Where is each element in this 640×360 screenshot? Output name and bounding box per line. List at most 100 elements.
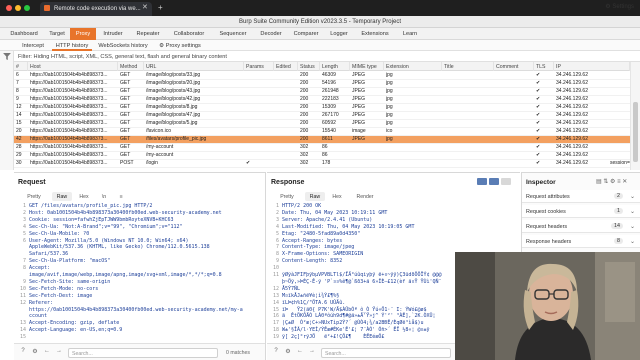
settings-small-icon[interactable]: ⚙: [283, 348, 293, 358]
request-editor[interactable]: 1 GET /files/avatars/profile_pic.jpg HTTP…: [14, 202, 265, 344]
request-tab-opt4[interactable]: ≡: [114, 192, 128, 201]
table-row[interactable]: 28 https://0ab1001504b4b4b898373... GET/my…: [14, 144, 630, 152]
inspector-section-request-cookies[interactable]: Request cookies 1 ⌄: [522, 205, 640, 218]
back-icon[interactable]: ←: [42, 348, 52, 358]
request-tab-pretty[interactable]: Pretty: [18, 192, 50, 201]
inspector-toolbar-icons[interactable]: ▤ ⇅ ⚙ ≡ ✕: [596, 178, 627, 185]
close-tab-icon[interactable]: ✕: [142, 3, 148, 11]
back-icon[interactable]: ←: [295, 348, 305, 358]
settings-small-icon[interactable]: ⚙: [30, 348, 40, 358]
response-tab-hex[interactable]: Hex: [327, 192, 347, 201]
column-header-status[interactable]: Status: [298, 62, 320, 71]
tab-proxy[interactable]: Proxy: [70, 28, 96, 40]
inspector-section-request-headers[interactable]: Request headers 14 ⌄: [522, 220, 640, 233]
table-cell: GET: [120, 144, 131, 150]
presenter-webcam: [455, 252, 640, 360]
table-row[interactable]: 12 https://0ab1001504b4b4b898373... GET/im…: [14, 104, 630, 112]
minimize-window-button[interactable]: [15, 5, 21, 11]
line-number: 8: [22, 265, 26, 272]
table-cell: jpg: [386, 136, 393, 142]
browser-tab[interactable]: Remote code execution via we...: [40, 2, 152, 16]
column-header-length[interactable]: Length: [320, 62, 350, 71]
code-line: Referer:: [29, 299, 54, 306]
help-icon[interactable]: ?: [271, 348, 281, 358]
column-header-ip[interactable]: IP: [554, 62, 630, 71]
table-row[interactable]: 15 https://0ab1001504b4b4b898373... GET/im…: [14, 120, 630, 128]
table-row[interactable]: 9 https://0ab1001504b4b4b898373... GET/ima…: [14, 96, 630, 104]
layout-single-icon[interactable]: [501, 178, 511, 185]
table-cell: jpg: [386, 88, 393, 94]
new-tab-button[interactable]: +: [158, 3, 163, 12]
response-search-input[interactable]: Search...: [321, 348, 451, 358]
tab-decoder[interactable]: Decoder: [254, 28, 288, 40]
table-row[interactable]: 6 https://0ab1001504b4b4b898373... GET/ima…: [14, 72, 630, 80]
column-header-number[interactable]: #: [14, 62, 28, 71]
close-window-button[interactable]: [6, 5, 12, 11]
table-cell: [246, 80, 274, 88]
maximize-window-button[interactable]: [24, 5, 30, 11]
subtab-proxy-settings[interactable]: ⚙ Proxy settings: [154, 40, 206, 51]
subtab-http-history[interactable]: HTTP history: [52, 40, 92, 51]
table-row[interactable]: 42 https://0ab1001504b4b4b898373... GET/fi…: [14, 136, 630, 144]
column-header-comment[interactable]: Comment: [494, 62, 534, 71]
table-cell: JPEG: [352, 120, 366, 126]
table-cell: jpg: [386, 120, 393, 126]
filter-icon[interactable]: [3, 53, 11, 60]
request-tab-hex[interactable]: Hex: [74, 192, 94, 201]
column-header-method[interactable]: Method: [118, 62, 144, 71]
response-tab-raw[interactable]: Raw: [305, 192, 325, 201]
column-header-extension[interactable]: Extension: [384, 62, 442, 71]
tab-logger[interactable]: Logger: [324, 28, 354, 40]
layout-split-icon[interactable]: [477, 178, 487, 185]
table-scrollbar[interactable]: [630, 62, 640, 170]
tab-intruder[interactable]: Intruder: [96, 28, 130, 40]
response-tab-pretty[interactable]: Pretty: [271, 192, 303, 201]
column-header-params[interactable]: Params: [244, 62, 274, 71]
inspector-section-response-headers[interactable]: Response headers 8 ⌄: [522, 235, 640, 248]
tab-target[interactable]: Target: [44, 28, 70, 40]
column-header-tls[interactable]: TLS: [534, 62, 554, 71]
tab-collaborator[interactable]: Collaborator: [166, 28, 212, 40]
table-row[interactable]: 30 https://0ab1001504b4b4b898373... POST/l…: [14, 160, 630, 168]
table-row[interactable]: 8 https://0ab1001504b4b4b898373... GET/ima…: [14, 88, 630, 96]
column-header-url[interactable]: URL: [144, 62, 244, 71]
settings-button[interactable]: ⚙ Settings: [605, 0, 634, 12]
tab-repeater[interactable]: Repeater: [130, 28, 166, 40]
filter-bar[interactable]: Filter: Hiding HTML, script, XML, CSS, g…: [14, 51, 640, 62]
chevron-down-icon[interactable]: ⌄: [630, 208, 635, 215]
table-cell: [352, 144, 384, 152]
table-row[interactable]: 20 https://0ab1001504b4b4b898373... GET/fa…: [14, 128, 630, 136]
request-tab-n[interactable]: \n: [96, 192, 112, 201]
tab-comparer[interactable]: Comparer: [288, 28, 324, 40]
tab-sequencer[interactable]: Sequencer: [212, 28, 254, 40]
tab-dashboard[interactable]: Dashboard: [4, 28, 44, 40]
inspector-section-request-attributes[interactable]: Request attributes 2 ⌄: [522, 190, 640, 203]
layout-horizontal-icon[interactable]: [489, 178, 499, 185]
column-header-edited[interactable]: Edited: [274, 62, 298, 71]
table-row[interactable]: 29 https://0ab1001504b4b4b898373... GET/my…: [14, 152, 630, 160]
chevron-down-icon[interactable]: ⌄: [630, 193, 635, 200]
column-header-mime-type[interactable]: MIME type: [350, 62, 384, 71]
request-search-input[interactable]: Search...: [68, 348, 218, 358]
column-header-host[interactable]: Host: [28, 62, 118, 71]
forward-icon[interactable]: →: [307, 348, 317, 358]
chevron-down-icon[interactable]: ⌄: [630, 223, 635, 230]
table-row[interactable]: 7 https://0ab1001504b4b4b898373... GET/ima…: [14, 80, 630, 88]
request-tab-raw[interactable]: Raw: [52, 192, 72, 201]
tab-extensions[interactable]: Extensions: [354, 28, 396, 40]
column-header-title[interactable]: Title: [442, 62, 494, 71]
chevron-down-icon[interactable]: ⌄: [630, 238, 635, 245]
table-cell: https://0ab1001504b4b4b898373...: [30, 128, 108, 134]
response-tab-render[interactable]: Render: [349, 192, 381, 201]
scrollbar-thumb[interactable]: [633, 102, 638, 162]
line-number: 9: [275, 258, 279, 265]
line-number: 10: [272, 265, 279, 272]
subtab-intercept[interactable]: Intercept: [18, 40, 48, 51]
code-line: ïLÞ¢h%1Ç/"ÖTA.6 UÛÄû.: [282, 299, 346, 306]
subtab-websockets-history[interactable]: WebSockets history: [96, 40, 150, 51]
line-number: 2: [275, 209, 279, 216]
help-icon[interactable]: ?: [18, 348, 28, 358]
forward-icon[interactable]: →: [54, 348, 64, 358]
tab-learn[interactable]: Learn: [396, 28, 424, 40]
table-row[interactable]: 14 https://0ab1001504b4b4b898373... GET/im…: [14, 112, 630, 120]
